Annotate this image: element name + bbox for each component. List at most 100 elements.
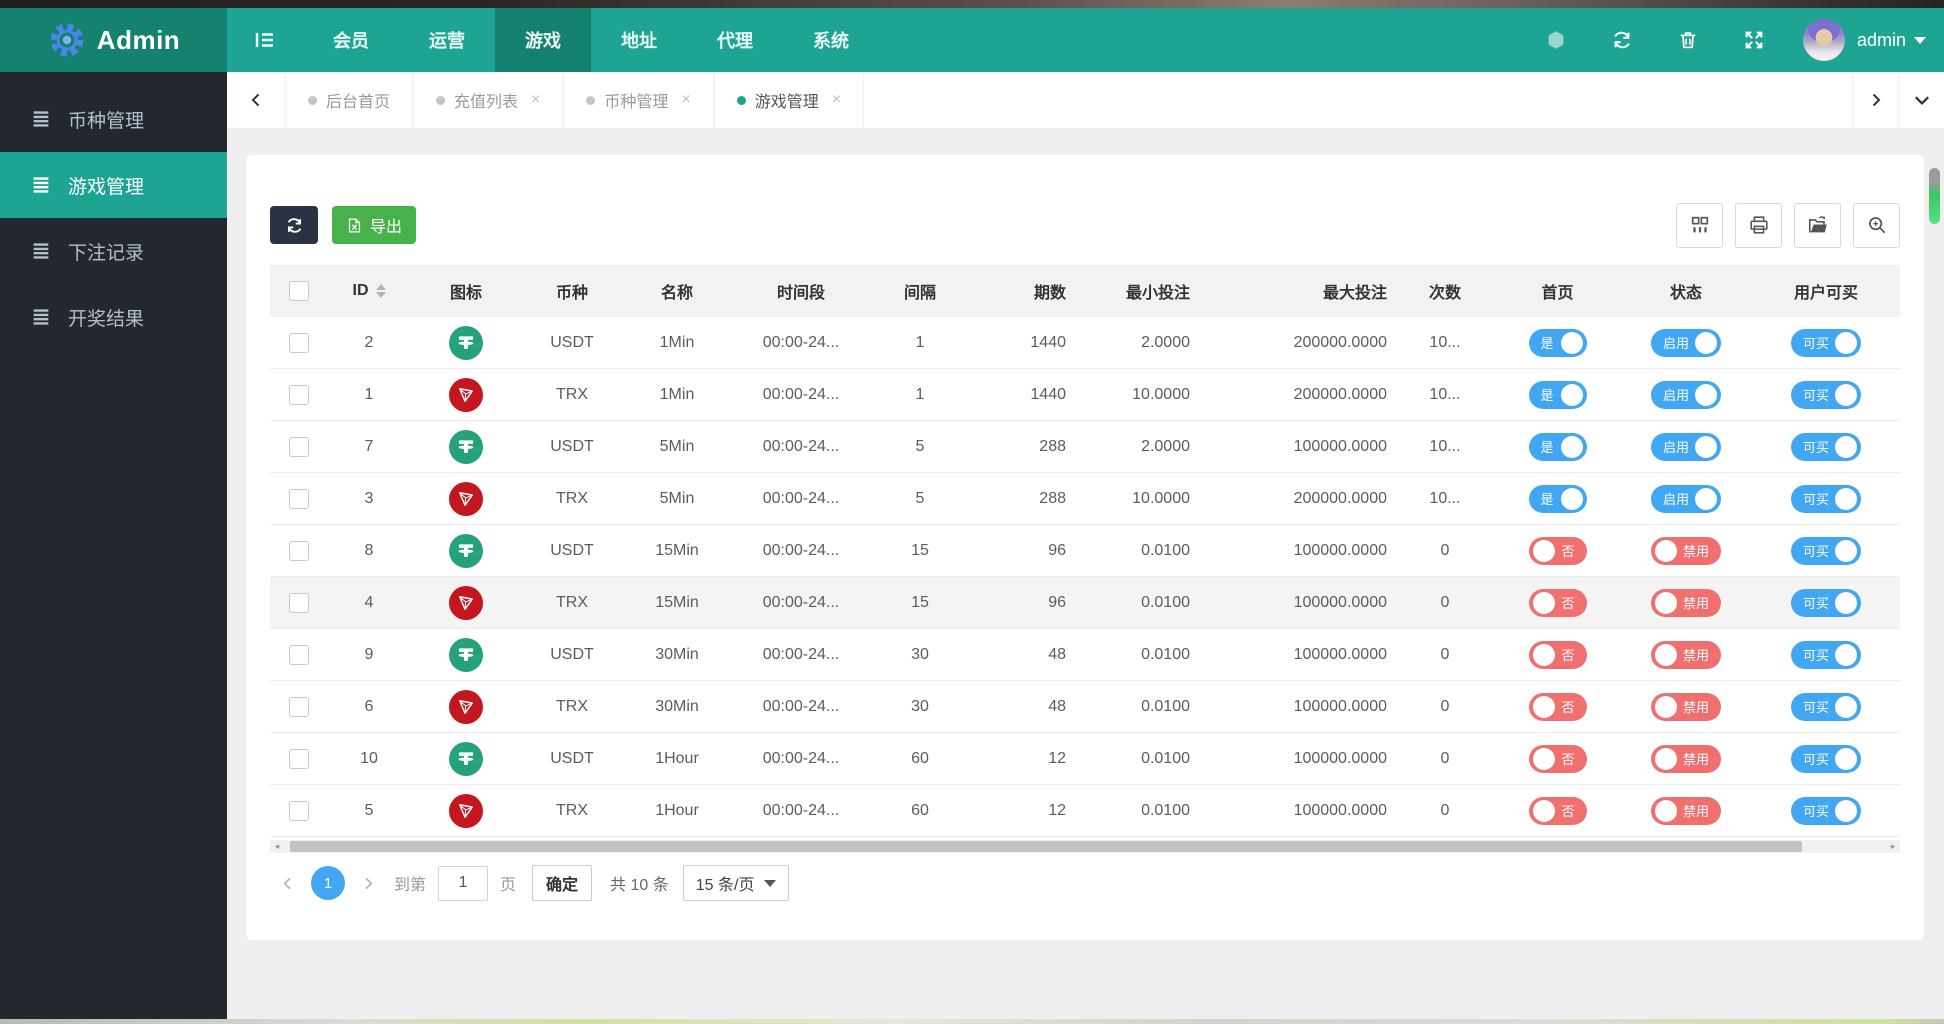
tabs-scroll-left-icon[interactable]	[227, 72, 285, 128]
home-toggle[interactable]: 是	[1528, 432, 1587, 461]
status-toggle[interactable]: 启用	[1650, 432, 1721, 461]
row-checkbox[interactable]	[289, 332, 309, 353]
columns-icon[interactable]	[1676, 202, 1723, 248]
cell-id: 3	[364, 489, 374, 507]
current-page-button[interactable]: 1	[311, 866, 345, 900]
home-toggle[interactable]: 否	[1528, 692, 1587, 721]
row-checkbox[interactable]	[289, 748, 309, 769]
trash-icon[interactable]	[1655, 29, 1721, 51]
buy-toggle[interactable]: 可买	[1790, 744, 1861, 773]
sidebar-item[interactable]: 开奖结果	[0, 284, 227, 350]
tab[interactable]: 币种管理 ×	[563, 72, 714, 128]
horizontal-scrollbar[interactable]: ◂ ▸	[270, 840, 1900, 853]
row-checkbox[interactable]	[289, 644, 309, 665]
nav-item[interactable]: 运营	[399, 8, 495, 72]
home-toggle-label: 是	[1540, 388, 1554, 403]
buy-toggle[interactable]: 可买	[1790, 380, 1861, 409]
cell-interval: 1	[915, 333, 925, 351]
row-checkbox[interactable]	[289, 540, 309, 561]
sidebar-item[interactable]: 下注记录	[0, 218, 227, 284]
username: admin	[1856, 29, 1906, 50]
row-checkbox[interactable]	[289, 488, 309, 509]
cell-times: 0	[1440, 593, 1450, 611]
horizontal-scrollbar-thumb[interactable]	[290, 841, 1802, 852]
buy-toggle[interactable]: 可买	[1790, 588, 1861, 617]
nav-item[interactable]: 地址	[591, 8, 687, 72]
tab-label: 游戏管理	[754, 94, 819, 111]
status-toggle[interactable]: 禁用	[1650, 536, 1721, 565]
buy-toggle[interactable]: 可买	[1790, 432, 1861, 461]
home-toggle[interactable]: 否	[1528, 640, 1587, 669]
status-toggle[interactable]: 禁用	[1650, 692, 1721, 721]
status-toggle[interactable]: 启用	[1650, 484, 1721, 513]
hexagon-icon[interactable]	[1523, 29, 1589, 51]
buy-toggle[interactable]: 可买	[1790, 796, 1861, 825]
col-user-buy: 用户可买	[1793, 285, 1858, 302]
tabs-scroll-right-icon[interactable]	[1852, 72, 1898, 128]
table-header: ID 图标 币种 名称 时间段 间隔 期数 最小投注 最大投注 次数 首页 状态…	[270, 265, 1900, 317]
status-toggle[interactable]: 启用	[1650, 328, 1721, 357]
menu-fold-icon[interactable]	[227, 8, 303, 72]
buy-toggle[interactable]: 可买	[1790, 692, 1861, 721]
status-toggle[interactable]: 禁用	[1650, 796, 1721, 825]
confirm-page-button[interactable]: 确定	[532, 865, 593, 901]
search-icon[interactable]	[1853, 202, 1900, 248]
home-toggle[interactable]: 是	[1528, 328, 1587, 357]
cell-times: 10...	[1429, 385, 1461, 403]
row-checkbox[interactable]	[289, 696, 309, 717]
nav-item[interactable]: 系统	[783, 8, 879, 72]
tab[interactable]: 游戏管理 ×	[713, 72, 865, 128]
avatar[interactable]	[1802, 19, 1845, 61]
buy-toggle[interactable]: 可买	[1790, 484, 1861, 513]
cell-interval: 30	[911, 645, 929, 663]
nav-item[interactable]: 会员	[303, 8, 399, 72]
nav-item[interactable]: 游戏	[495, 8, 591, 72]
sidebar-item[interactable]: 游戏管理	[0, 152, 227, 218]
status-toggle[interactable]: 禁用	[1650, 640, 1721, 669]
tab-close-icon[interactable]: ×	[681, 91, 690, 109]
cell-coin: USDT	[550, 749, 594, 767]
refresh-icon[interactable]	[1589, 29, 1655, 51]
tabs-menu-icon[interactable]	[1898, 72, 1944, 128]
print-icon[interactable]	[1735, 202, 1782, 248]
page-number-input[interactable]	[438, 865, 489, 901]
row-checkbox[interactable]	[289, 800, 309, 821]
user-menu[interactable]: admin	[1857, 30, 1926, 51]
tab[interactable]: 充值列表 ×	[413, 72, 564, 128]
status-toggle[interactable]: 禁用	[1650, 744, 1721, 773]
status-toggle[interactable]: 启用	[1650, 380, 1721, 409]
fullscreen-icon[interactable]	[1721, 29, 1787, 51]
nav-item[interactable]: 代理	[687, 8, 783, 72]
home-toggle[interactable]: 是	[1528, 484, 1587, 513]
row-checkbox[interactable]	[289, 592, 309, 613]
export-data-icon[interactable]	[1794, 202, 1841, 248]
refresh-table-button[interactable]	[270, 206, 318, 244]
home-toggle[interactable]: 是	[1528, 380, 1587, 409]
home-toggle[interactable]: 否	[1528, 744, 1587, 773]
tab-close-icon[interactable]: ×	[531, 91, 540, 109]
cell-min-bet: 2.0000	[1141, 437, 1190, 455]
tab-close-icon[interactable]: ×	[832, 91, 841, 109]
scroll-left-arrow-icon[interactable]: ◂	[270, 840, 284, 853]
row-checkbox[interactable]	[289, 436, 309, 457]
buy-toggle[interactable]: 可买	[1790, 536, 1861, 565]
sort-icon[interactable]	[375, 284, 386, 298]
sidebar-item[interactable]: 币种管理	[0, 86, 227, 152]
row-checkbox[interactable]	[289, 384, 309, 405]
buy-toggle[interactable]: 可买	[1790, 640, 1861, 669]
next-page-icon[interactable]	[351, 876, 386, 891]
buy-toggle[interactable]: 可买	[1790, 328, 1861, 357]
home-toggle[interactable]: 否	[1528, 588, 1587, 617]
page-size-select[interactable]: 15 条/页	[682, 865, 790, 901]
tab[interactable]: 后台首页	[285, 72, 414, 128]
select-all-checkbox[interactable]	[289, 281, 309, 301]
page-scrollbar-thumb[interactable]	[1929, 168, 1940, 224]
status-toggle[interactable]: 禁用	[1650, 588, 1721, 617]
prev-page-icon[interactable]	[270, 876, 305, 891]
tab-list: 后台首页 充值列表 × 币种管理 × 游戏管理 ×	[285, 72, 865, 128]
home-toggle[interactable]: 否	[1528, 536, 1587, 565]
buy-toggle-label: 可买	[1802, 596, 1829, 611]
home-toggle[interactable]: 否	[1528, 796, 1587, 825]
export-button[interactable]: 导出	[332, 206, 417, 244]
scroll-right-arrow-icon[interactable]: ▸	[1886, 840, 1900, 853]
